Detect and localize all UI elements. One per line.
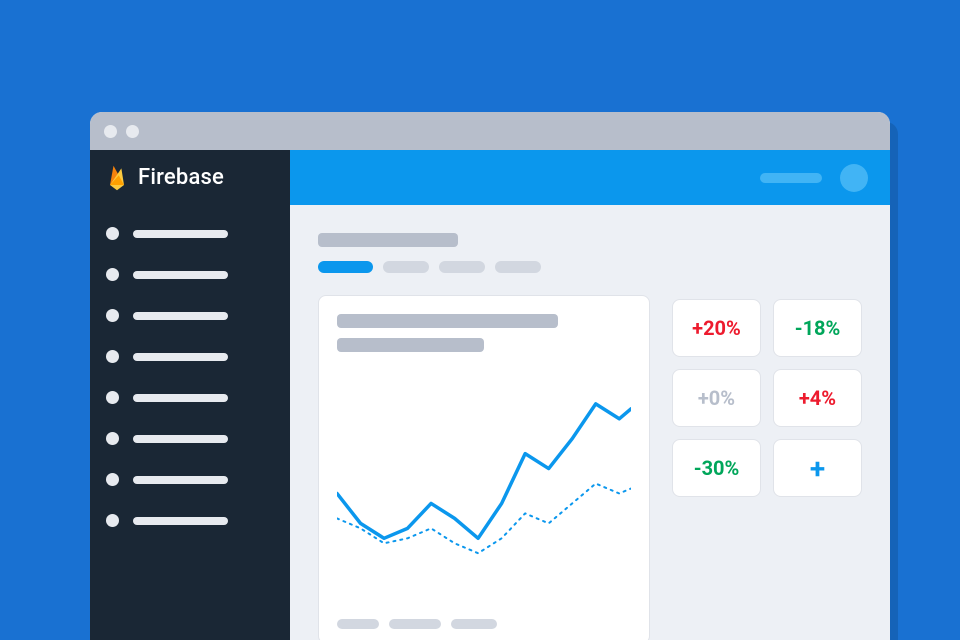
nav-bullet-icon bbox=[106, 268, 119, 281]
stat-card[interactable]: +4% bbox=[773, 369, 862, 427]
window-control-minimize[interactable] bbox=[126, 125, 139, 138]
topbar-action[interactable] bbox=[760, 173, 822, 183]
nav-bullet-icon bbox=[106, 514, 119, 527]
stats-grid: +20%-18%+0%+4%-30%+ bbox=[672, 233, 862, 640]
legend-item bbox=[451, 619, 497, 629]
nav-bullet-icon bbox=[106, 309, 119, 322]
nav-bullet-icon bbox=[106, 473, 119, 486]
chart-series-primary bbox=[337, 404, 631, 538]
sidebar-item[interactable] bbox=[106, 432, 274, 445]
nav-label-placeholder bbox=[133, 394, 228, 402]
chart-area bbox=[337, 364, 631, 613]
topbar bbox=[290, 150, 890, 205]
nav-label-placeholder bbox=[133, 517, 228, 525]
nav-label-placeholder bbox=[133, 312, 228, 320]
stat-card[interactable]: -30% bbox=[672, 439, 761, 497]
nav-bullet-icon bbox=[106, 432, 119, 445]
window-control-close[interactable] bbox=[104, 125, 117, 138]
legend-item bbox=[389, 619, 441, 629]
nav-label-placeholder bbox=[133, 476, 228, 484]
sidebar-item[interactable] bbox=[106, 268, 274, 281]
tab-bar bbox=[318, 261, 650, 273]
sidebar: Firebase bbox=[90, 150, 290, 640]
nav-bullet-icon bbox=[106, 350, 119, 363]
legend-item bbox=[337, 619, 379, 629]
sidebar-item[interactable] bbox=[106, 514, 274, 527]
sidebar-item[interactable] bbox=[106, 391, 274, 404]
tab[interactable] bbox=[439, 261, 485, 273]
sidebar-item[interactable] bbox=[106, 309, 274, 322]
chart-legend bbox=[337, 619, 631, 629]
stat-card[interactable]: +0% bbox=[672, 369, 761, 427]
nav-bullet-icon bbox=[106, 227, 119, 240]
sidebar-item[interactable] bbox=[106, 473, 274, 486]
chart-card bbox=[318, 295, 650, 640]
nav-label-placeholder bbox=[133, 435, 228, 443]
tab[interactable] bbox=[383, 261, 429, 273]
browser-window: Firebase bbox=[90, 112, 890, 640]
nav-label-placeholder bbox=[133, 230, 228, 238]
avatar[interactable] bbox=[840, 164, 868, 192]
nav-bullet-icon bbox=[106, 391, 119, 404]
page-heading bbox=[318, 233, 650, 261]
card-subtitle-placeholder bbox=[337, 338, 484, 352]
stat-card[interactable]: -18% bbox=[773, 299, 862, 357]
sidebar-item[interactable] bbox=[106, 227, 274, 240]
content: +20%-18%+0%+4%-30%+ bbox=[290, 205, 890, 640]
firebase-logo-icon bbox=[106, 164, 128, 192]
sidebar-item[interactable] bbox=[106, 350, 274, 363]
nav-label-placeholder bbox=[133, 353, 228, 361]
main-area: +20%-18%+0%+4%-30%+ bbox=[290, 150, 890, 640]
brand[interactable]: Firebase bbox=[90, 150, 290, 205]
nav-label-placeholder bbox=[133, 271, 228, 279]
brand-name: Firebase bbox=[138, 165, 224, 190]
stat-card[interactable]: +20% bbox=[672, 299, 761, 357]
tab[interactable] bbox=[318, 261, 373, 273]
app-frame: Firebase bbox=[90, 150, 890, 640]
left-column bbox=[318, 233, 650, 640]
add-stat-button[interactable]: + bbox=[773, 439, 862, 497]
chart-series-secondary bbox=[337, 484, 631, 554]
card-title-placeholder bbox=[337, 314, 558, 328]
tab[interactable] bbox=[495, 261, 541, 273]
sidebar-nav bbox=[90, 205, 290, 527]
page-title-placeholder bbox=[318, 233, 458, 247]
window-titlebar bbox=[90, 112, 890, 150]
